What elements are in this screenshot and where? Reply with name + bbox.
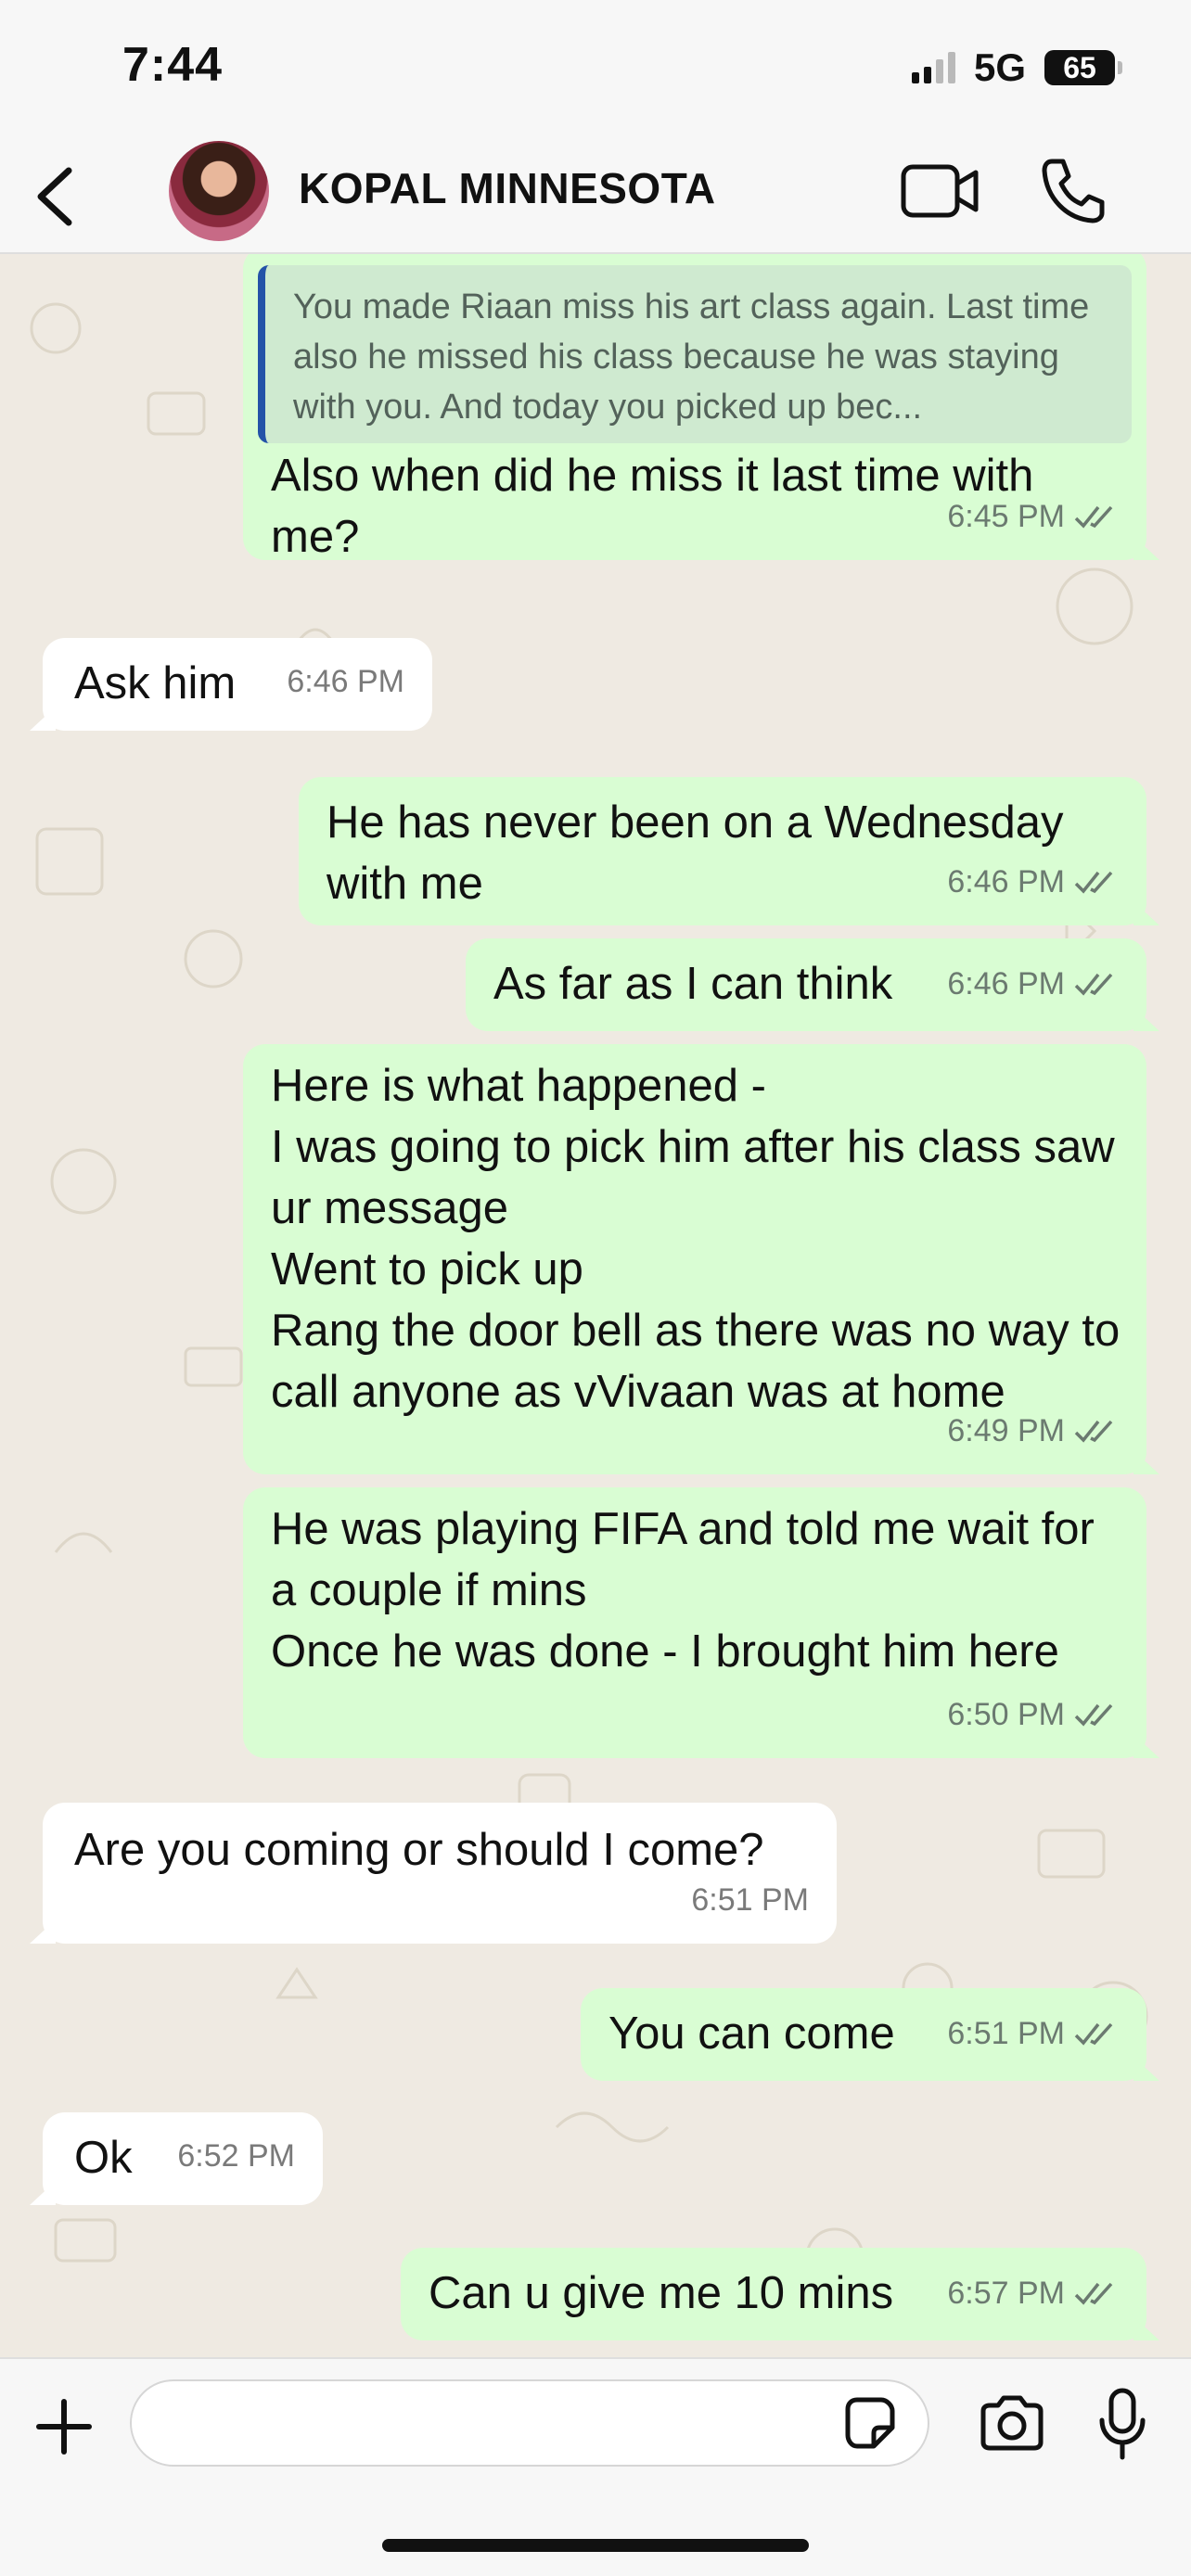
message-text: He was playing FIFA and told me wait for… (271, 1504, 1095, 1677)
back-chevron-icon (37, 167, 72, 226)
double-check-icon (1074, 505, 1113, 529)
message-time: 6:51 PM (947, 2016, 1065, 2051)
message-bubble-outgoing[interactable]: As far as I can think 6:46 PM (466, 938, 1159, 1031)
message-bubble-incoming[interactable]: Ask him 6:46 PM (30, 638, 432, 731)
message-meta: 6:46 PM (947, 953, 1119, 1014)
message-time: 6:49 PM (947, 1413, 1065, 1448)
back-button[interactable] (28, 161, 93, 232)
message-text: Here is what happened - I was going to p… (271, 1061, 1121, 1417)
message-meta: 6:46 PM (947, 851, 1119, 912)
double-check-icon (1074, 2282, 1113, 2305)
video-camera-icon (901, 164, 979, 218)
chat-thread[interactable]: You made Riaan miss his art class again.… (0, 254, 1191, 2357)
sticker-button[interactable] (840, 2394, 898, 2452)
battery-level: 65 (1063, 50, 1096, 84)
cellular-signal-icon (911, 52, 955, 83)
microphone-button[interactable] (1096, 2387, 1148, 2461)
camera-button[interactable] (978, 2394, 1046, 2452)
double-check-icon (1074, 1420, 1113, 1443)
message-time: 6:46 PM (947, 966, 1065, 1001)
status-bar: 7:44 5G 65 (0, 0, 1191, 139)
message-meta: 6:51 PM (691, 1869, 809, 1931)
message-meta: 6:52 PM (177, 2125, 295, 2187)
battery-icon: 65 (1044, 50, 1122, 85)
message-bubble-outgoing[interactable]: He has never been on a Wednesday with me… (299, 777, 1159, 925)
double-check-icon (1074, 1703, 1113, 1727)
message-bubble-outgoing[interactable]: Here is what happened - I was going to p… (243, 1044, 1159, 1474)
status-indicators: 5G 65 (911, 45, 1122, 91)
message-meta: 6:51 PM (947, 2003, 1119, 2064)
message-meta: 6:46 PM (287, 651, 404, 712)
chat-header: KOPAL MINNESOTA (0, 139, 1191, 254)
message-meta: 6:50 PM (947, 1684, 1119, 1745)
home-indicator (382, 2539, 809, 2552)
message-time: 6:57 PM (947, 2276, 1065, 2311)
message-meta: 6:45 PM (947, 486, 1119, 547)
message-input[interactable] (130, 2379, 929, 2467)
message-time: 6:51 PM (691, 1882, 809, 1918)
voice-call-button[interactable] (1039, 156, 1108, 224)
sticker-icon (845, 2397, 895, 2449)
double-check-icon (1074, 871, 1113, 894)
message-bubble-incoming[interactable]: Ok 6:52 PM (30, 2112, 323, 2205)
double-check-icon (1074, 973, 1113, 996)
message-time: 6:46 PM (947, 864, 1065, 899)
network-type: 5G (973, 45, 1026, 89)
message-bubble-incoming[interactable]: Are you coming or should I come? 6:51 PM (30, 1803, 837, 1944)
video-call-button[interactable] (900, 161, 981, 221)
avatar[interactable] (169, 141, 269, 241)
message-bubble-outgoing[interactable]: You made Riaan miss his art class again.… (243, 254, 1159, 562)
camera-icon (980, 2395, 1044, 2451)
plus-icon (36, 2399, 92, 2455)
double-check-icon (1074, 2022, 1113, 2046)
message-time: 6:52 PM (177, 2138, 295, 2174)
message-bubble-outgoing[interactable]: He was playing FIFA and told me wait for… (243, 1487, 1159, 1758)
status-time: 7:44 (122, 38, 224, 92)
message-meta: 6:57 PM (947, 2263, 1119, 2324)
message-time: 6:45 PM (947, 499, 1065, 534)
phone-icon (1042, 159, 1105, 223)
message-meta: 6:49 PM (947, 1400, 1119, 1461)
message-time: 6:50 PM (947, 1697, 1065, 1732)
message-bubble-outgoing[interactable]: You can come 6:51 PM (581, 1988, 1159, 2081)
contact-name[interactable]: KOPAL MINNESOTA (299, 163, 716, 213)
microphone-icon (1099, 2388, 1146, 2460)
quoted-text: You made Riaan miss his art class again.… (293, 287, 1090, 427)
message-time: 6:46 PM (287, 664, 404, 699)
message-bubble-outgoing[interactable]: Can u give me 10 mins 6:57 PM (401, 2248, 1159, 2340)
attach-button[interactable] (33, 2396, 95, 2457)
quoted-message[interactable]: You made Riaan miss his art class again.… (258, 265, 1132, 443)
composer-bar (0, 2357, 1191, 2576)
